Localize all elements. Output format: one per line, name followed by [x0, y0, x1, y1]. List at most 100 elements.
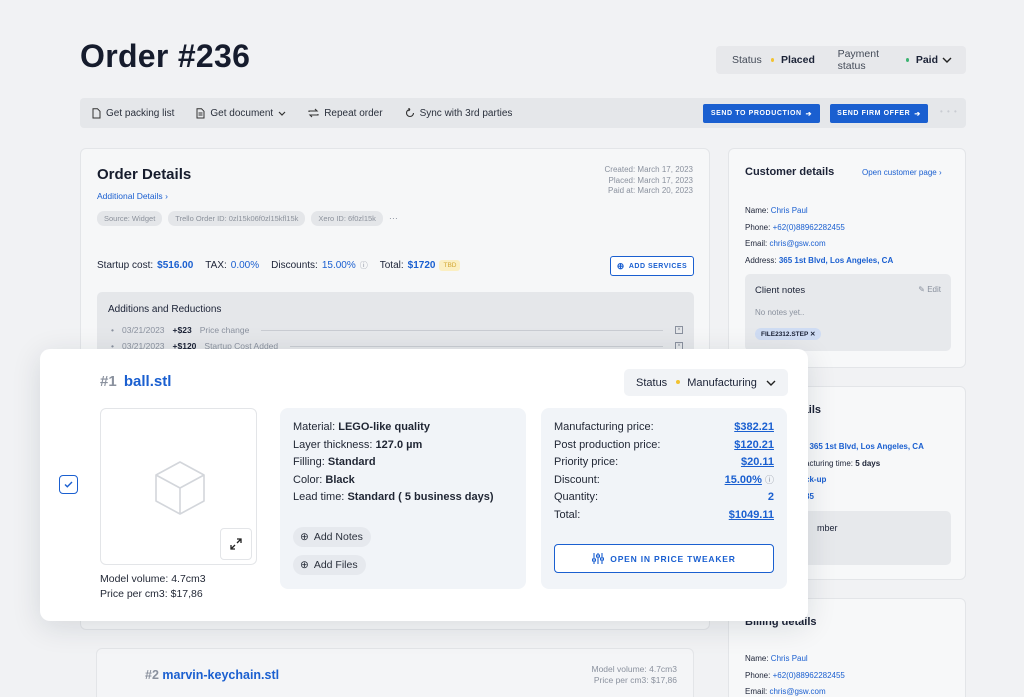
send-firm-offer-button[interactable]: SEND FIRM OFFER ➔: [830, 104, 928, 123]
price-row: Quantity: 2: [554, 489, 774, 507]
spec-label: Filling:: [293, 456, 325, 468]
remove-icon[interactable]: ×: [675, 326, 683, 334]
customer-phone[interactable]: +62(0)88962282455: [773, 223, 845, 232]
info-icon[interactable]: ⓘ: [765, 475, 774, 485]
open-customer-page-link[interactable]: Open customer page ›: [862, 168, 942, 177]
open-price-tweaker-button[interactable]: OPEN IN PRICE TWEAKER: [554, 544, 774, 573]
item-status-dropdown[interactable]: Status Manufacturing: [624, 369, 788, 396]
edit-notes-button[interactable]: ✎ Edit: [918, 285, 941, 294]
customer-name[interactable]: Chris Paul: [771, 206, 808, 215]
discounts-value: 15.00%: [321, 260, 356, 271]
discounts-label: Discounts:: [271, 260, 318, 271]
sync-label: Sync with 3rd parties: [419, 107, 513, 119]
more-chips[interactable]: ···: [389, 213, 398, 223]
address-label: Address:: [745, 255, 777, 265]
spec-label: Lead time:: [293, 491, 345, 503]
tax-label: TAX:: [205, 260, 227, 271]
info-icon[interactable]: ⓘ: [360, 260, 368, 271]
sync-button[interactable]: Sync with 3rd parties: [405, 107, 513, 119]
cube-icon: [155, 461, 205, 515]
price-label: Quantity:: [554, 491, 599, 503]
status-dot-icon: [770, 57, 775, 62]
price-row: Post production price: $120.21: [554, 437, 774, 455]
open-customer-label: Open customer page: [862, 168, 937, 177]
additional-details-link[interactable]: Additional Details ›: [97, 191, 168, 201]
customer-address[interactable]: 365 1st Blvd, Los Angeles, CA: [779, 256, 893, 265]
add-services-label: ADD SERVICES: [628, 262, 688, 270]
additions-title: Additions and Reductions: [108, 304, 222, 315]
arrow-right-icon: ➔: [914, 110, 921, 118]
document-icon: [92, 107, 101, 118]
send-to-production-button[interactable]: SEND TO PRODUCTION ➔: [703, 104, 820, 123]
billing-email[interactable]: chris@gsw.com: [769, 687, 825, 696]
email-label: Email:: [745, 239, 768, 248]
file-icon: [196, 107, 205, 118]
add-files-button[interactable]: ⊕ Add Files: [293, 555, 366, 575]
add-services-button[interactable]: ⊕ ADD SERVICES: [610, 256, 694, 276]
source-chip: Source: Widget: [97, 211, 163, 226]
item-status-value: Manufacturing: [687, 376, 757, 389]
phone-label: Phone:: [745, 222, 771, 232]
payment-status-value: Paid: [915, 54, 939, 66]
add-notes-button[interactable]: ⊕ Add Notes: [293, 527, 371, 547]
quantity-value[interactable]: 2: [768, 489, 774, 507]
customer-info: Name: Chris Paul Phone: +62(0)8896228245…: [745, 203, 893, 269]
expand-icon: [230, 538, 242, 550]
file-tag-label: FILE2312.STEP: [761, 331, 809, 338]
spec-value: Black: [325, 473, 355, 486]
addition-amount: +$23: [172, 325, 192, 335]
status-label: Status: [732, 54, 762, 66]
get-packing-list-button[interactable]: Get packing list: [92, 108, 174, 119]
total-value[interactable]: $1049.11: [729, 507, 774, 525]
shipping-address[interactable]: 365 1st Blvd, Los Angeles, CA: [809, 442, 923, 451]
price-row: Manufacturing price: $382.21: [554, 419, 774, 437]
item-filename[interactable]: marvin-keychain.stl: [162, 668, 279, 682]
item-title: #1 ball.stl: [100, 373, 171, 390]
tweaker-label: OPEN IN PRICE TWEAKER: [610, 553, 736, 564]
manufacturing-time-label: acturing time:: [805, 458, 854, 468]
price-value[interactable]: $382.21: [734, 419, 774, 437]
price-value[interactable]: $120.21: [734, 437, 774, 455]
email-label: Email:: [745, 687, 768, 696]
paid-date: Paid at: March 20, 2023: [608, 186, 693, 195]
customer-email[interactable]: chris@gsw.com: [769, 239, 825, 248]
billing-phone[interactable]: +62(0)88962282455: [773, 671, 845, 680]
specs-panel: Material: LEGO-like quality Layer thickn…: [280, 408, 526, 589]
packing-label: Get packing list: [106, 107, 175, 119]
model-meta: Model volume: 4.7cm3 Price per cm3: $17,…: [100, 572, 206, 601]
repeat-icon: [308, 108, 319, 118]
chevron-down-icon[interactable]: [942, 55, 952, 65]
chevron-right-icon: ›: [165, 191, 168, 201]
price-per-cm3: Price per cm3: $17,86: [593, 675, 677, 685]
price-label: Discount:: [554, 473, 600, 486]
price-value[interactable]: $20.11: [741, 454, 774, 472]
get-document-button[interactable]: Get document: [196, 108, 286, 119]
price-value[interactable]: 15.00%: [725, 474, 762, 486]
model-thumbnail[interactable]: [100, 408, 257, 565]
more-actions[interactable]: • • •: [940, 107, 958, 116]
billing-name[interactable]: Chris Paul: [771, 654, 808, 663]
sync-icon: [405, 108, 414, 118]
order-chips: Source: Widget Trello Order ID: 0zl15k06f…: [97, 208, 398, 226]
order-status-dropdown[interactable]: Status Placed Payment status Paid: [716, 46, 966, 74]
expand-button[interactable]: [220, 528, 252, 560]
price-row: Total: $1049.11: [554, 507, 774, 525]
additional-details-label: Additional Details: [97, 191, 163, 201]
close-icon[interactable]: ✕: [810, 331, 815, 338]
repeat-order-button[interactable]: Repeat order: [308, 108, 383, 119]
payment-status-label: Payment status: [837, 48, 880, 72]
price-label: Post production price:: [554, 438, 661, 451]
item-filename[interactable]: ball.stl: [124, 373, 172, 390]
page-title: Order #236: [80, 38, 251, 74]
item-checkbox[interactable]: [59, 475, 78, 494]
item-number: #2: [145, 668, 159, 682]
price-row: Priority price: $20.11: [554, 454, 774, 472]
specs-list: Material: LEGO-like quality Layer thickn…: [293, 419, 494, 507]
file-tag[interactable]: FILE2312.STEP ✕: [755, 328, 822, 340]
total-label: Total:: [379, 260, 404, 271]
send-firm-offer-label: SEND FIRM OFFER: [837, 110, 911, 117]
item-card-expanded: #1 ball.stl Status Manufacturing Model v…: [40, 349, 808, 621]
billing-info: Name: Chris Paul Phone: +62(0)8896228245…: [745, 651, 845, 697]
addition-date: 03/21/2023: [121, 325, 165, 335]
shipping-number: 85: [805, 491, 814, 501]
